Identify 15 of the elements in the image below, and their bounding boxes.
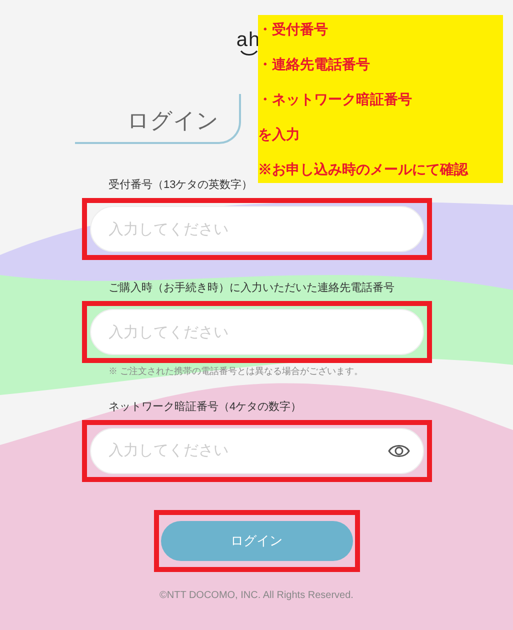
annotation-text: ・連絡先電話番号 <box>258 55 371 74</box>
eye-icon[interactable] <box>388 442 410 458</box>
page-title: ログイン <box>75 94 241 144</box>
copyright: ©NTT DOCOMO, INC. All Rights Reserved. <box>160 588 354 602</box>
field-note: ※ ご注文された携帯の電話番号とは異なる場合がございます。 <box>108 365 364 378</box>
smile-icon <box>240 50 258 56</box>
field-label: 受付番号（13ケタの英数字） <box>108 178 254 193</box>
annotation-text: ・受付番号 <box>258 20 329 39</box>
logo: ah <box>236 30 261 50</box>
annotation-text: ※お申し込み時のメールにて確認 <box>258 160 470 179</box>
login-button[interactable]: ログイン <box>160 520 352 560</box>
annotation-text: を入力 <box>258 125 301 144</box>
field-label: ネットワーク暗証番号（4ケタの数字） <box>108 400 303 414</box>
field-label: ご購入時（お手続き時）に入力いただいた連絡先電話番号 <box>108 280 396 296</box>
annotation-text: ・ネットワーク暗証番号 <box>258 90 413 109</box>
